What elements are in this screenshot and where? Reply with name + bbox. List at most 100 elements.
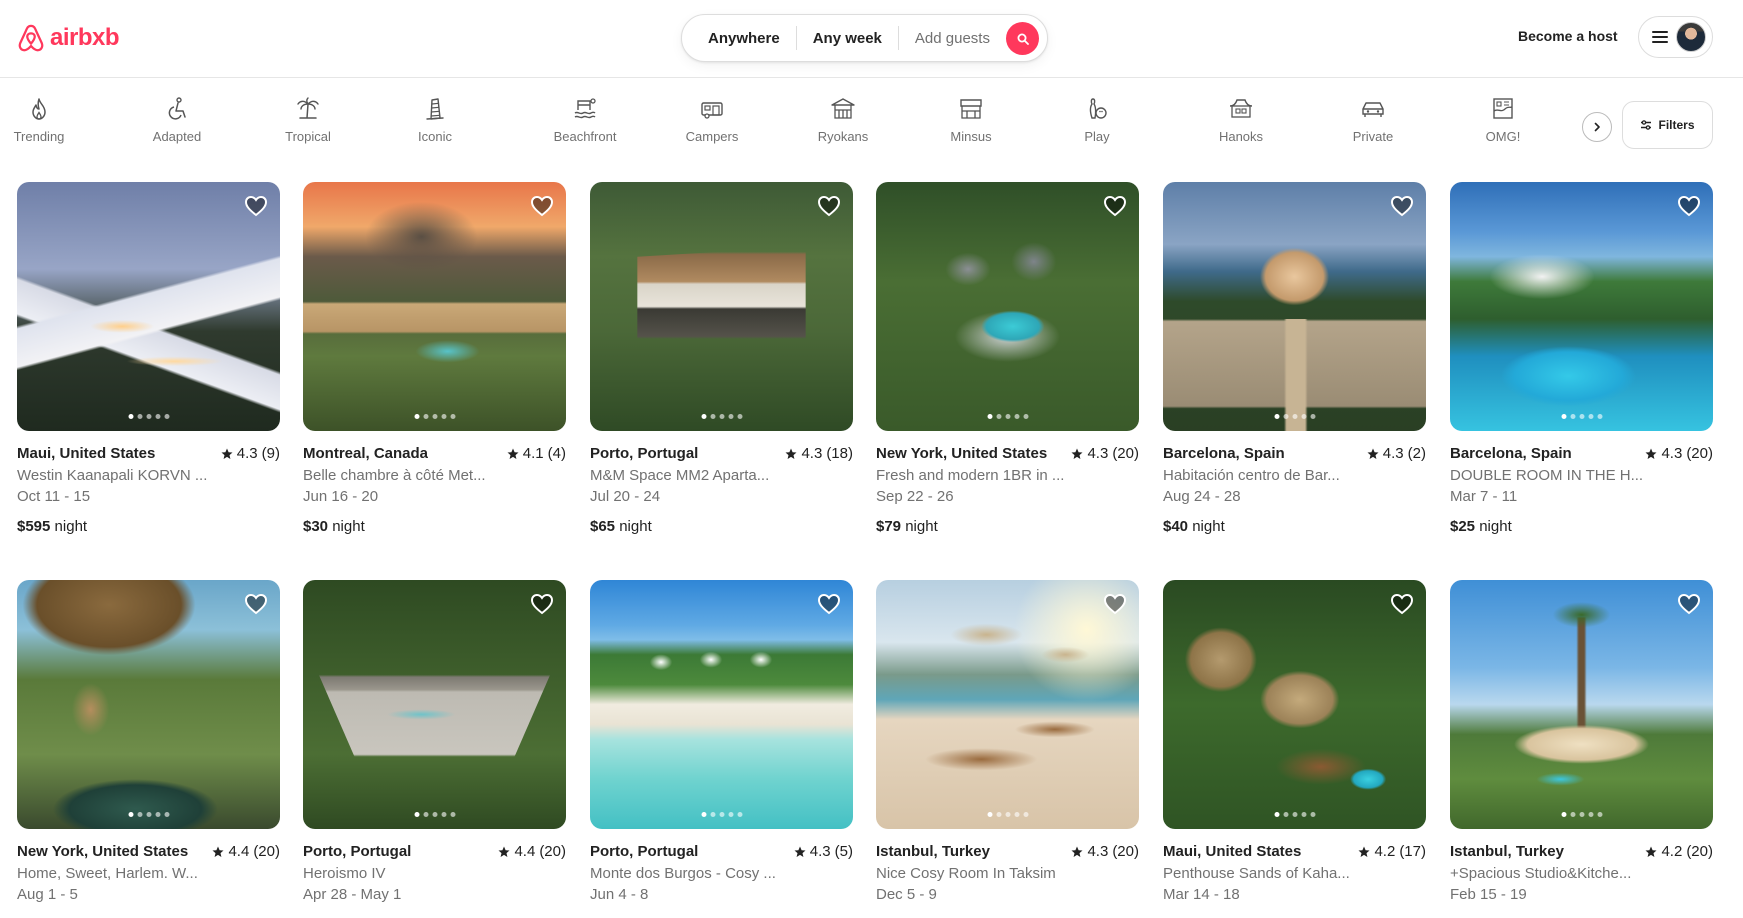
listing-location: New York, United States	[17, 843, 189, 860]
ryokan-icon	[831, 98, 855, 119]
search-anywhere-button[interactable]: Anywhere	[682, 30, 796, 47]
heart-favorite-icon[interactable]	[530, 592, 554, 616]
listing-location: Porto, Portugal	[590, 445, 699, 462]
category-hanoks[interactable]: Hanoks	[1196, 86, 1286, 144]
listing-photo[interactable]	[590, 182, 853, 431]
listing-location: Montreal, Canada	[303, 445, 429, 462]
category-adapted[interactable]: Adapted	[132, 86, 222, 144]
listing-photo[interactable]	[303, 182, 566, 431]
listing-location: New York, United States	[876, 445, 1048, 462]
filters-label: Filters	[1658, 118, 1695, 132]
heart-favorite-icon[interactable]	[1677, 592, 1701, 616]
listing-rating: 4.3 (20)	[1071, 842, 1139, 862]
listing-card[interactable]: Porto, Portugal 4.3 (5) Monte dos Burgos…	[590, 580, 853, 905]
category-label: Play	[1084, 129, 1110, 144]
listing-photo[interactable]	[1450, 182, 1713, 431]
category-label: Trending	[13, 129, 65, 144]
listing-card[interactable]: Barcelona, Spain 4.3 (20) DOUBLE ROOM IN…	[1450, 182, 1713, 537]
heart-favorite-icon[interactable]	[244, 592, 268, 616]
private-room-icon	[1362, 102, 1384, 117]
category-play[interactable]: Play	[1052, 86, 1142, 144]
avatar	[1676, 22, 1706, 52]
star-icon	[1645, 846, 1657, 857]
listing-dates: Mar 14 - 18	[1163, 886, 1240, 903]
heart-favorite-icon[interactable]	[1103, 194, 1127, 218]
heart-favorite-icon[interactable]	[817, 194, 841, 218]
search-any-week-button[interactable]: Any week	[797, 30, 898, 47]
category-campers[interactable]: Campers	[667, 86, 757, 144]
heart-favorite-icon[interactable]	[530, 194, 554, 218]
category-trending[interactable]: Trending	[0, 86, 84, 144]
listing-dates: Jul 20 - 24	[590, 488, 661, 505]
category-label: Campers	[685, 129, 739, 144]
logo-text: airbxb	[50, 24, 120, 51]
listing-title: Home, Sweet, Harlem. W...	[17, 865, 198, 882]
flame-icon	[32, 98, 46, 120]
category-iconic[interactable]: Iconic	[390, 86, 480, 144]
search-submit-button[interactable]	[1006, 22, 1039, 55]
listing-location: Istanbul, Turkey	[1450, 843, 1564, 860]
category-label: Beachfront	[553, 129, 617, 144]
category-label: OMG!	[1485, 129, 1521, 144]
listing-card[interactable]: Porto, Portugal 4.4 (20) Heroismo IV Apr…	[303, 580, 566, 905]
photo-pagination-dots	[128, 414, 169, 419]
listing-card[interactable]: Montreal, Canada 4.1 (4) Belle chambre à…	[303, 182, 566, 537]
category-label: Hanoks	[1218, 129, 1264, 144]
search-icon	[1017, 33, 1029, 45]
listing-dates: Apr 28 - May 1	[303, 886, 402, 903]
photo-pagination-dots	[1561, 812, 1602, 817]
listing-photo[interactable]	[1163, 580, 1426, 829]
search-add-guests-button[interactable]: Add guests	[899, 30, 1006, 47]
listing-photo[interactable]	[17, 580, 280, 829]
heart-favorite-icon[interactable]	[817, 592, 841, 616]
heart-favorite-icon[interactable]	[1677, 194, 1701, 218]
become-host-link[interactable]: Become a host	[1518, 28, 1618, 44]
listing-card[interactable]: New York, United States 4.4 (20) Home, S…	[17, 580, 280, 905]
listing-card[interactable]: Istanbul, Turkey 4.2 (20) +Spacious Stud…	[1450, 580, 1713, 905]
listing-dates: Aug 24 - 28	[1163, 488, 1241, 505]
listing-card[interactable]: Porto, Portugal 4.3 (18) M&M Space MM2 A…	[590, 182, 853, 537]
listing-rating: 4.3 (18)	[785, 444, 853, 464]
listing-title: Nice Cosy Room In Taksim	[876, 865, 1056, 882]
category-minsus[interactable]: Minsus	[926, 86, 1016, 144]
filters-button[interactable]: Filters	[1622, 101, 1713, 149]
listing-photo[interactable]	[1450, 580, 1713, 829]
listing-location: Porto, Portugal	[590, 843, 699, 860]
listing-card[interactable]: Istanbul, Turkey 4.3 (20) Nice Cosy Room…	[876, 580, 1139, 905]
listing-card[interactable]: New York, United States 4.3 (20) Fresh a…	[876, 182, 1139, 537]
minsu-house-icon	[960, 99, 982, 119]
listing-price: $65 night	[590, 518, 652, 535]
heart-favorite-icon[interactable]	[1390, 194, 1414, 218]
listing-rating: 4.3 (2)	[1367, 444, 1426, 464]
listing-photo[interactable]	[1163, 182, 1426, 431]
search-bar[interactable]: Anywhere Any week Add guests	[681, 14, 1048, 62]
listing-price: $25 night	[1450, 518, 1512, 535]
heart-favorite-icon[interactable]	[1103, 592, 1127, 616]
listing-price: $30 night	[303, 518, 365, 535]
category-beachfront[interactable]: Beachfront	[540, 86, 630, 144]
top-header: airbxb Anywhere Any week Add guests Beco…	[0, 0, 1743, 78]
category-ryokans[interactable]: Ryokans	[798, 86, 888, 144]
listing-photo[interactable]	[17, 182, 280, 431]
listing-photo[interactable]	[876, 580, 1139, 829]
user-menu-button[interactable]	[1638, 16, 1713, 58]
listing-location: Istanbul, Turkey	[876, 843, 990, 860]
heart-favorite-icon[interactable]	[244, 194, 268, 218]
listing-photo[interactable]	[876, 182, 1139, 431]
listing-card[interactable]: Maui, United States 4.3 (9) Westin Kaana…	[17, 182, 280, 537]
category-bar: Trending Adapted Tropical Iconic Beachfr…	[0, 86, 1743, 158]
category-next-button[interactable]	[1582, 112, 1612, 142]
category-private[interactable]: Private	[1328, 86, 1418, 144]
wheelchair-icon	[168, 97, 186, 120]
category-omg[interactable]: OMG!	[1458, 86, 1548, 144]
listing-photo[interactable]	[590, 580, 853, 829]
heart-favorite-icon[interactable]	[1390, 592, 1414, 616]
listing-dates: Jun 16 - 20	[303, 488, 379, 505]
airbxb-logo[interactable]: airbxb	[16, 22, 120, 54]
listing-card[interactable]: Barcelona, Spain 4.3 (2) Habitación cent…	[1163, 182, 1426, 537]
listing-card[interactable]: Maui, United States 4.2 (17) Penthouse S…	[1163, 580, 1426, 905]
category-label: Minsus	[950, 129, 992, 144]
listing-photo[interactable]	[303, 580, 566, 829]
category-tropical[interactable]: Tropical	[263, 86, 353, 144]
listing-rating: 4.3 (9)	[221, 444, 280, 464]
